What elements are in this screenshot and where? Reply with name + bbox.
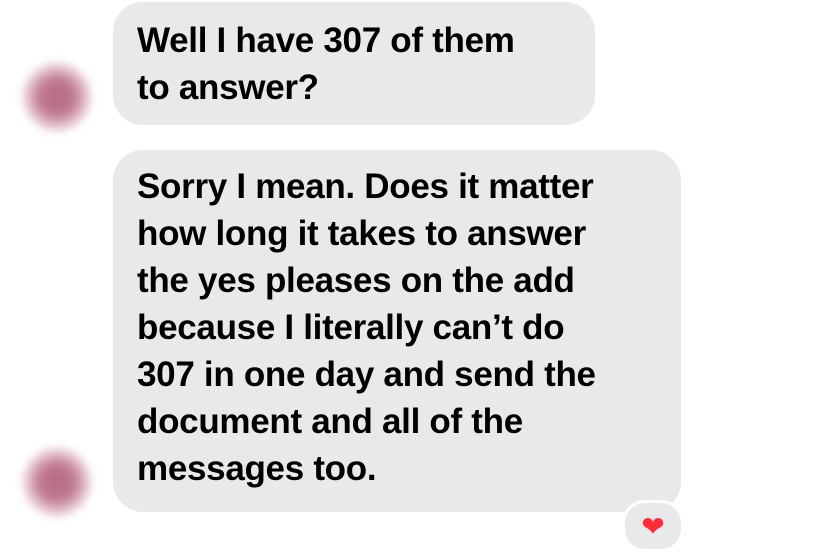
message-text-line: how long it takes to answer [137,214,586,253]
message-text-line: because I literally can’t do [137,308,565,347]
message-text-line: the yes pleases on the add [137,261,575,300]
heart-reaction-icon[interactable]: ❤ [622,500,684,552]
message-text-line: Well I have 307 of them [137,21,515,60]
sender-avatar[interactable] [22,447,92,517]
message-text-line: Sorry I mean. Does it matter [137,167,594,206]
message-text-line: 307 in one day and send the [137,355,596,394]
message-text-line: messages too. [137,449,377,488]
message-bubble[interactable]: Sorry I mean. Does it matter how long it… [113,150,681,512]
sender-avatar[interactable] [22,62,92,132]
message-bubble[interactable]: Well I have 307 of them to answer? [113,2,595,125]
message-text-line: document and all of the [137,402,523,441]
message-text-line: to answer? [137,68,319,107]
